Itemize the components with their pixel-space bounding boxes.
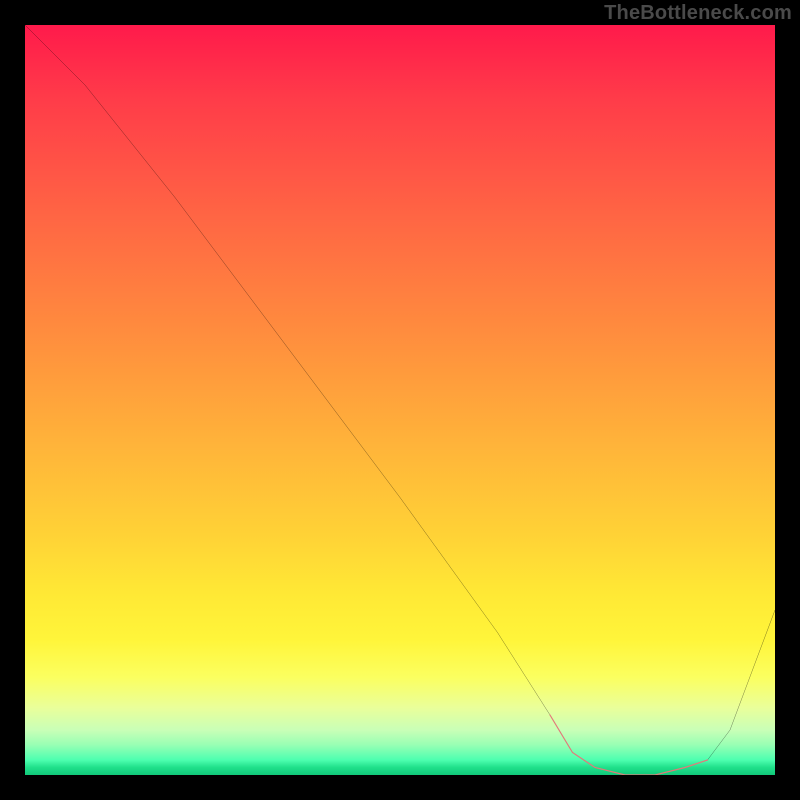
watermark-text: TheBottleneck.com xyxy=(604,2,792,25)
bottleneck-curve xyxy=(25,25,775,775)
plot-area xyxy=(25,25,775,775)
curve-layer xyxy=(25,25,775,775)
optimal-range-highlight xyxy=(550,715,708,775)
chart-frame: TheBottleneck.com xyxy=(0,0,800,800)
